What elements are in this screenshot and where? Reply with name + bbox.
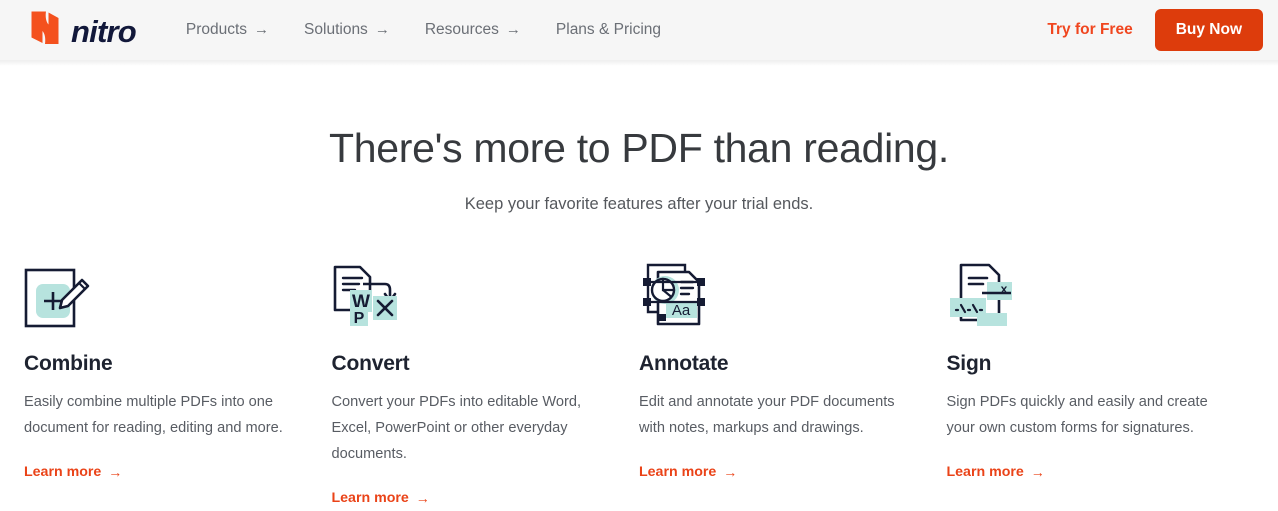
feature-title-convert: Convert [331, 352, 410, 376]
arrow-right-icon: → [505, 20, 521, 38]
svg-text:P: P [353, 310, 364, 327]
convert-document-to-office-formats-icon: W P [332, 256, 595, 328]
nav-item-plans-pricing[interactable]: Plans & Pricing [556, 21, 661, 39]
feature-desc-convert: Convert your PDFs into editable Word, Ex… [331, 394, 582, 463]
learn-more-link-combine[interactable]: Learn more → [24, 464, 122, 480]
feature-desc-sign: Sign PDFs quickly and easily and create … [946, 394, 1208, 437]
learn-more-label: Learn more [639, 464, 717, 481]
main-navigation: Products → Solutions → Resources → Plans… [186, 21, 661, 39]
nav-item-products-label: Products [185, 21, 248, 38]
nav-item-resources-label: Resources [424, 21, 499, 38]
try-for-free-link[interactable]: Try for Free [1047, 21, 1132, 39]
brand-logo-link[interactable]: nitro [24, 7, 137, 54]
feature-card-sign: x Sign Sign PDFs quickly and easily and … [947, 256, 1255, 507]
page-subtitle: Keep your favorite features after your t… [464, 195, 814, 214]
arrow-right-icon: → [254, 20, 270, 38]
page-title: There's more to PDF than reading. [328, 125, 950, 171]
feature-title-sign: Sign [946, 352, 992, 376]
sign-document-signature-icon: x [947, 256, 1210, 328]
learn-more-link-annotate[interactable]: Learn more → [639, 464, 737, 480]
feature-card-convert: W P Convert Convert your PDFs into edita… [332, 256, 640, 507]
arrow-right-icon: → [723, 464, 738, 481]
arrow-right-icon: → [374, 20, 390, 38]
feature-card-annotate: Aa Annotate Edit and annotate your PDF d… [639, 256, 947, 507]
combine-document-plus-pencil-icon [24, 256, 287, 328]
feature-list: Combine Easily combine multiple PDFs int… [0, 256, 1278, 507]
svg-text:Aa: Aa [672, 302, 691, 319]
learn-more-label: Learn more [24, 464, 102, 481]
nav-item-products[interactable]: Products → [186, 21, 269, 39]
buy-now-button[interactable]: Buy Now [1154, 9, 1263, 51]
arrow-right-icon: → [108, 464, 123, 481]
nav-item-solutions-label: Solutions [304, 21, 368, 38]
feature-desc-annotate: Edit and annotate your PDF documents wit… [639, 394, 895, 437]
nav-item-solutions[interactable]: Solutions → [304, 21, 390, 39]
hero-section: There's more to PDF than reading. Keep y… [0, 60, 1278, 214]
nav-item-plans-pricing-label: Plans & Pricing [555, 21, 662, 38]
nitro-n-mark-icon [24, 7, 66, 54]
learn-more-link-sign[interactable]: Learn more → [947, 464, 1045, 480]
annotate-document-markup-icon: Aa [639, 256, 902, 328]
learn-more-label: Learn more [946, 464, 1024, 481]
site-header: nitro Products → Solutions → Resources →… [0, 0, 1278, 66]
nav-item-resources[interactable]: Resources → [425, 21, 521, 39]
brand-wordmark: nitro [71, 13, 137, 49]
arrow-right-icon: → [415, 490, 430, 507]
learn-more-label: Learn more [331, 490, 409, 507]
arrow-right-icon: → [1030, 464, 1045, 481]
header-actions: Try for Free Buy Now [1047, 9, 1263, 51]
feature-title-annotate: Annotate [639, 352, 729, 376]
feature-desc-combine: Easily combine multiple PDFs into one do… [24, 394, 283, 437]
feature-card-combine: Combine Easily combine multiple PDFs int… [24, 256, 332, 507]
feature-title-combine: Combine [24, 352, 113, 376]
learn-more-link-convert[interactable]: Learn more → [332, 490, 430, 506]
